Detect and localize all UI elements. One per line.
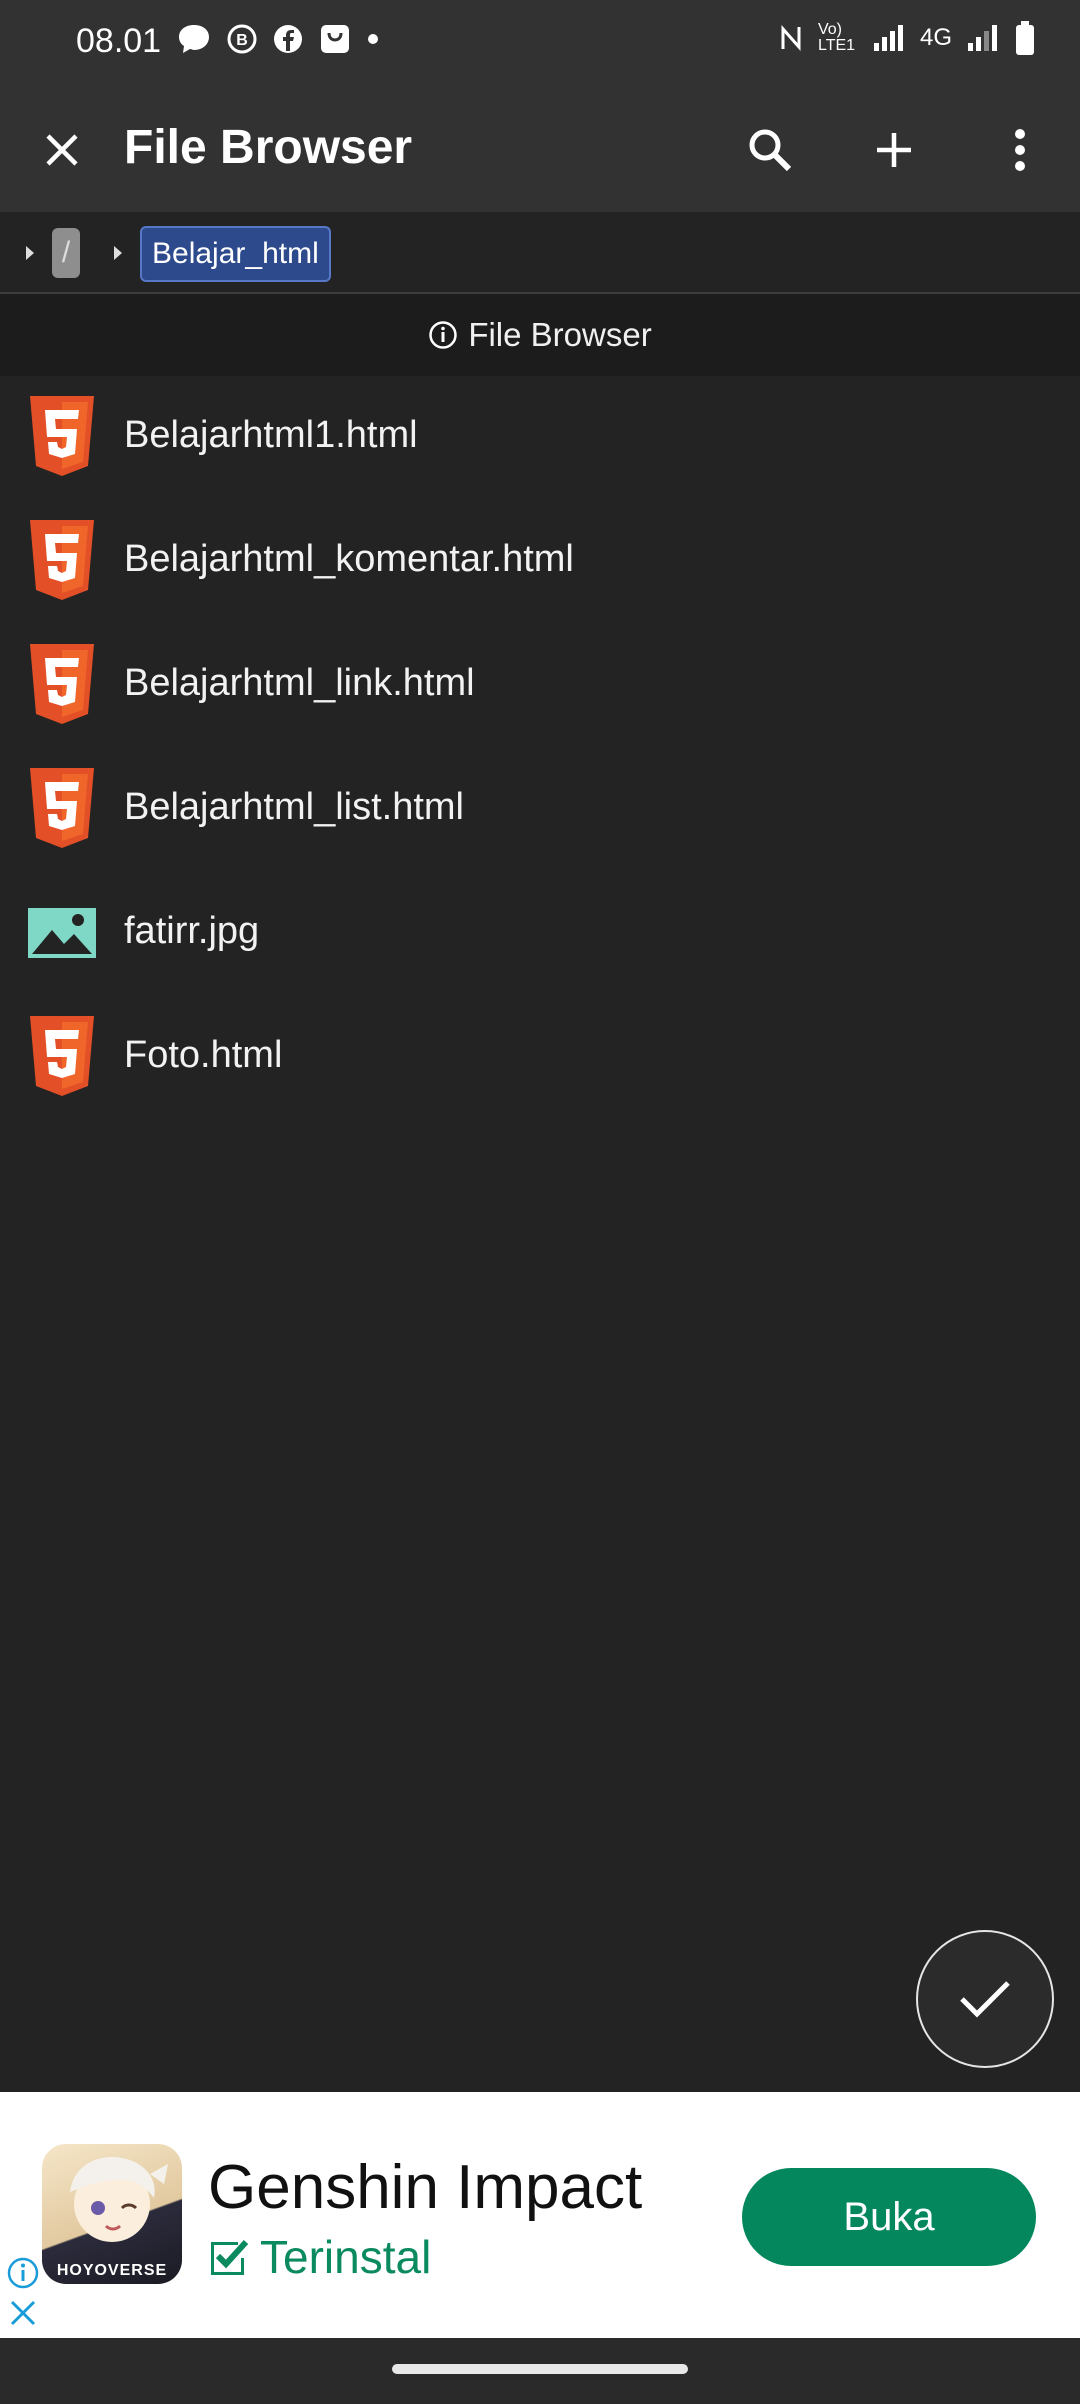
navigation-bar <box>0 2338 1080 2404</box>
status-time: 08.01 <box>76 22 162 60</box>
installed-check-icon <box>211 2239 249 2275</box>
chevron-right-icon <box>26 246 34 260</box>
page-title: File Browser <box>124 121 413 174</box>
search-button[interactable] <box>734 114 806 186</box>
open-button-label: Buka <box>843 2194 935 2239</box>
ad-banner[interactable]: HOYOVERSE Genshin Impact Terinstal Buka <box>0 2092 1080 2338</box>
status-bar: 08.01 B Vo) LTE1 4G <box>0 0 1080 88</box>
info-label: File Browser <box>468 316 652 353</box>
dot-icon <box>368 34 378 44</box>
open-app-button[interactable]: Buka <box>742 2168 1036 2266</box>
file-name: Foto.html <box>124 1034 283 1076</box>
list-item[interactable]: Belajarhtml_list.html <box>0 750 1080 874</box>
overflow-menu-button[interactable] <box>984 114 1056 186</box>
image-icon <box>28 908 96 958</box>
shopping-bag-icon <box>321 25 349 53</box>
brand-label: HOYOVERSE <box>56 2262 168 2279</box>
chat-bubble-icon <box>179 25 209 53</box>
search-icon <box>749 129 792 172</box>
file-name: Belajarhtml_komentar.html <box>124 538 574 580</box>
list-item[interactable]: Foto.html <box>0 998 1080 1122</box>
breadcrumb-root[interactable]: / <box>52 228 80 278</box>
file-list: Belajarhtml1.html Belajarhtml_komentar.h… <box>0 378 1080 1122</box>
html5-icon <box>30 1016 94 1096</box>
volte-label: Vo) LTE1 <box>817 21 856 54</box>
breadcrumb: / Belajar_html <box>0 212 1080 294</box>
ad-info-icon[interactable] <box>6 2256 40 2290</box>
svg-text:B: B <box>236 32 248 49</box>
app-icon[interactable]: HOYOVERSE <box>42 2144 182 2284</box>
file-name: Belajarhtml_link.html <box>124 662 475 704</box>
list-item[interactable]: Belajarhtml_komentar.html <box>0 502 1080 626</box>
file-name: Belajarhtml_list.html <box>124 786 464 828</box>
ad-app-title[interactable]: Genshin Impact <box>208 2152 642 2223</box>
breadcrumb-current-folder[interactable]: Belajar_html <box>140 226 331 282</box>
close-icon <box>46 134 78 166</box>
plus-icon <box>877 133 911 167</box>
ad-close-icon[interactable] <box>8 2298 38 2328</box>
html5-icon <box>30 768 94 848</box>
add-button[interactable] <box>858 114 930 186</box>
installed-label: Terinstal <box>260 2231 432 2283</box>
facebook-icon <box>274 25 302 53</box>
more-vert-icon <box>1015 129 1025 171</box>
list-item[interactable]: Belajarhtml_link.html <box>0 626 1080 750</box>
app-bar: File Browser <box>0 88 1080 212</box>
business-icon: B <box>227 24 257 54</box>
html5-icon <box>30 644 94 724</box>
character-art-icon <box>70 2157 168 2242</box>
info-bar[interactable]: File Browser <box>0 294 1080 376</box>
list-item[interactable]: Belajarhtml1.html <box>0 378 1080 502</box>
check-icon <box>960 1981 1010 2018</box>
system-icons: Vo) LTE1 4G <box>778 20 1036 56</box>
html5-icon <box>30 520 94 600</box>
network-type: 4G <box>919 24 952 51</box>
notification-icons: B <box>176 22 380 56</box>
confirm-button[interactable] <box>916 1930 1054 2068</box>
file-name: Belajarhtml1.html <box>124 414 418 456</box>
signal-icon <box>873 25 903 51</box>
info-icon <box>429 321 458 349</box>
installed-status: Terinstal <box>208 2230 431 2284</box>
chevron-right-icon <box>114 246 122 260</box>
file-name: fatirr.jpg <box>124 910 260 952</box>
list-item[interactable]: fatirr.jpg <box>0 874 1080 998</box>
html5-icon <box>30 396 94 476</box>
close-button[interactable] <box>26 114 98 186</box>
home-gesture-handle[interactable] <box>392 2364 688 2374</box>
signal-icon-2 <box>968 25 997 51</box>
battery-icon <box>1016 21 1034 55</box>
nfc-icon <box>781 25 801 51</box>
